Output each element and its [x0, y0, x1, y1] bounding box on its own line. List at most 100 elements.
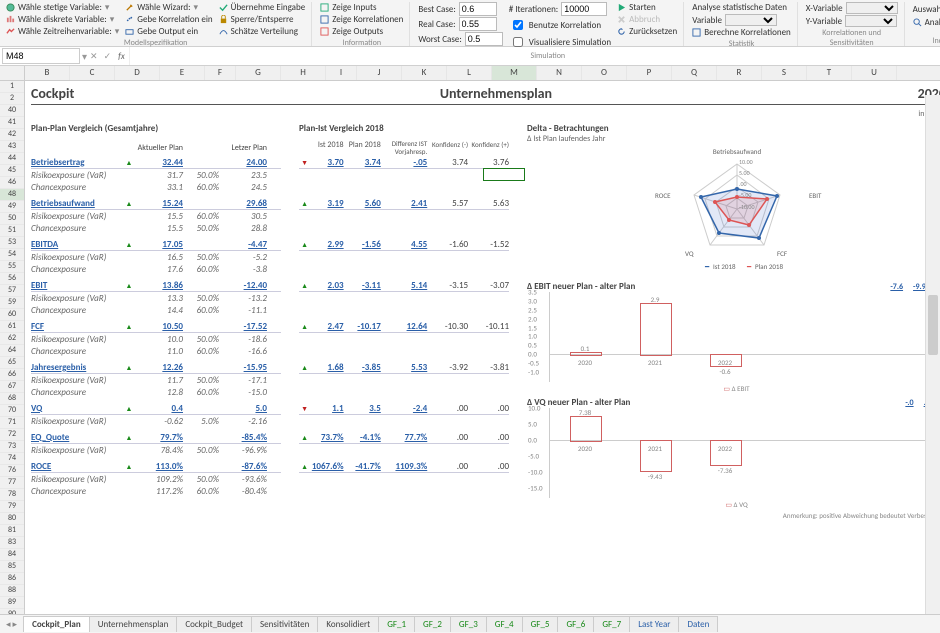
worksheet[interactable]: Cockpit Unternehmensplan 2020 in MCHF Pl… — [25, 81, 940, 614]
tab-gf_5[interactable]: GF_5 — [522, 616, 559, 632]
schätze-verteilung[interactable]: Schätze Verteilung — [219, 26, 306, 37]
col-header-P[interactable]: P — [627, 66, 672, 80]
sperre-entsperre[interactable]: Sperre/Entsperre — [219, 14, 306, 25]
select-all-corner[interactable] — [0, 66, 25, 80]
row-header-65[interactable]: 65 — [0, 357, 24, 369]
analysiere-iter[interactable]: Analysiere gewählte Iteration — [913, 17, 940, 28]
tab-cockpit_plan[interactable]: Cockpit_Plan — [23, 616, 90, 632]
col-header-O[interactable]: O — [582, 66, 627, 80]
zurücksetzen-button[interactable]: Zurücksetzen — [617, 26, 677, 37]
row-header-67[interactable]: 67 — [0, 381, 24, 393]
variable-select[interactable] — [725, 14, 777, 26]
row-header-61[interactable]: 61 — [0, 321, 24, 333]
tab-gf_4[interactable]: GF_4 — [486, 616, 523, 632]
row-header-51[interactable]: 51 — [0, 225, 24, 237]
row-header-43[interactable]: 43 — [0, 141, 24, 153]
name-box[interactable] — [2, 48, 80, 64]
row-header-81[interactable]: 81 — [0, 525, 24, 537]
zeige-korrelationen[interactable]: Zeige Korrelationen — [320, 14, 403, 25]
row-header-83[interactable]: 83 — [0, 537, 24, 549]
row-header-53[interactable]: 53 — [0, 237, 24, 249]
row-header-50[interactable]: 50 — [0, 213, 24, 225]
tab-unternehmensplan[interactable]: Unternehmensplan — [89, 616, 178, 632]
row-header-62[interactable]: 62 — [0, 333, 24, 345]
tab-gf_3[interactable]: GF_3 — [450, 616, 487, 632]
row-header-55[interactable]: 55 — [0, 261, 24, 273]
row-header-59[interactable]: 59 — [0, 297, 24, 309]
row-header-85[interactable]: 85 — [0, 561, 24, 573]
col-header-S[interactable]: S — [762, 66, 807, 80]
y-var-select[interactable] — [845, 15, 897, 27]
worst-case-input[interactable] — [465, 32, 503, 46]
row-header-74[interactable]: 74 — [0, 453, 24, 465]
row-header-80[interactable]: 80 — [0, 513, 24, 525]
row-header-60[interactable]: 60 — [0, 309, 24, 321]
row-header-88[interactable]: 88 — [0, 585, 24, 597]
tab-gf_7[interactable]: GF_7 — [593, 616, 630, 632]
scrollbar-vertical[interactable] — [925, 95, 940, 614]
gebe-output[interactable]: Gebe Output ein — [125, 26, 212, 37]
cancel-icon[interactable]: ✕ — [90, 51, 98, 62]
abbruch-button[interactable]: Abbruch — [617, 14, 677, 25]
row-header-70[interactable]: 70 — [0, 405, 24, 417]
berechne-korr[interactable]: Berechne Korrelationen — [692, 27, 791, 38]
col-header-D[interactable]: D — [115, 66, 160, 80]
col-header-J[interactable]: J — [357, 66, 402, 80]
tab-cockpit_budget[interactable]: Cockpit_Budget — [176, 616, 252, 632]
wähle-stetige[interactable]: Wähle stetige Variable:▾ — [6, 2, 119, 13]
tab-sensitivitäten[interactable]: Sensitivitäten — [251, 616, 318, 632]
col-header-N[interactable]: N — [537, 66, 582, 80]
x-var-select[interactable] — [846, 2, 898, 14]
row-header-2[interactable]: 2 — [0, 93, 24, 105]
real-case-input[interactable] — [459, 17, 497, 31]
row-header-84[interactable]: 84 — [0, 549, 24, 561]
fx-icon[interactable]: fx — [118, 51, 125, 62]
row-header-78[interactable]: 78 — [0, 489, 24, 501]
tab-daten[interactable]: Daten — [678, 616, 718, 632]
col-header-Q[interactable]: Q — [672, 66, 717, 80]
übernehme-eingabe[interactable]: Übernehme Eingabe — [219, 2, 306, 13]
starten-button[interactable]: Starten — [617, 2, 677, 13]
row-header-64[interactable]: 64 — [0, 345, 24, 357]
col-header-I[interactable]: I — [326, 66, 357, 80]
row-header-76[interactable]: 76 — [0, 465, 24, 477]
tab-gf_2[interactable]: GF_2 — [414, 616, 451, 632]
col-header-H[interactable]: H — [281, 66, 326, 80]
col-header-R[interactable]: R — [717, 66, 762, 80]
row-header-66[interactable]: 66 — [0, 369, 24, 381]
row-header-1[interactable]: 1 — [0, 81, 24, 93]
enter-icon[interactable]: ✓ — [104, 51, 112, 62]
zeige-inputs[interactable]: Zeige Inputs — [320, 2, 403, 13]
row-header-77[interactable]: 77 — [0, 477, 24, 489]
tab-gf_6[interactable]: GF_6 — [557, 616, 594, 632]
best-case-input[interactable] — [459, 2, 497, 16]
row-header-40[interactable]: 40 — [0, 105, 24, 117]
row-header-48[interactable]: 48 — [0, 189, 24, 201]
wähle-diskrete[interactable]: Wähle diskrete Variable:▾ — [6, 14, 119, 25]
row-header-73[interactable]: 73 — [0, 441, 24, 453]
row-header-68[interactable]: 68 — [0, 393, 24, 405]
vis-check[interactable] — [513, 37, 523, 47]
row-header-57[interactable]: 57 — [0, 285, 24, 297]
row-header-90[interactable]: 90 — [0, 609, 24, 614]
col-header-L[interactable]: L — [447, 66, 492, 80]
korr-check[interactable] — [513, 20, 523, 30]
col-header-F[interactable]: F — [205, 66, 236, 80]
col-header-B[interactable]: B — [25, 66, 70, 80]
row-header-45[interactable]: 45 — [0, 165, 24, 177]
row-header-49[interactable]: 49 — [0, 201, 24, 213]
col-header-M[interactable]: M — [492, 66, 537, 80]
col-header-K[interactable]: K — [402, 66, 447, 80]
wähle-zeitreihen[interactable]: Wähle Zeitreihenvariable:▾ — [6, 26, 119, 37]
zeige-outputs[interactable]: Zeige Outputs — [320, 26, 403, 37]
tab-konsolidiert[interactable]: Konsolidiert — [317, 616, 379, 632]
tab-nav[interactable]: ◂ ▸ — [6, 619, 17, 630]
col-header-C[interactable]: C — [70, 66, 115, 80]
row-header-79[interactable]: 79 — [0, 501, 24, 513]
col-header-E[interactable]: E — [160, 66, 205, 80]
col-header-U[interactable]: U — [852, 66, 897, 80]
row-header-56[interactable]: 56 — [0, 273, 24, 285]
row-header-44[interactable]: 44 — [0, 153, 24, 165]
row-header-46[interactable]: 46 — [0, 177, 24, 189]
tab-gf_1[interactable]: GF_1 — [378, 616, 415, 632]
